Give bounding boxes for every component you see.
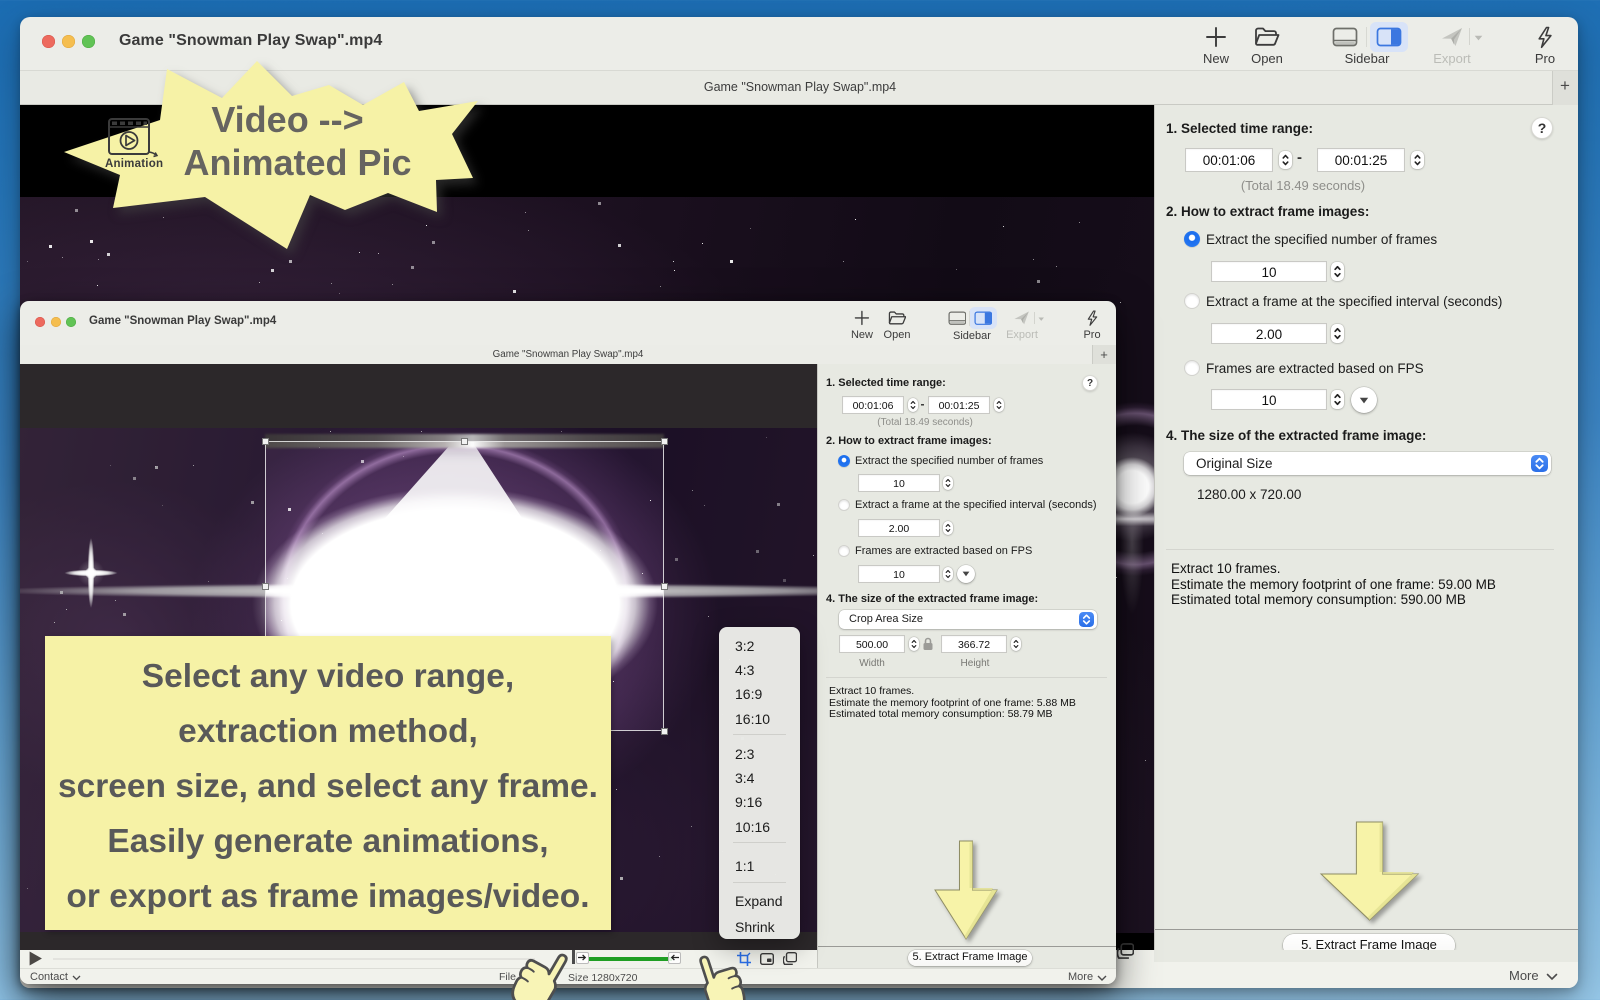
svg-text:Animation: Animation [105, 158, 163, 170]
